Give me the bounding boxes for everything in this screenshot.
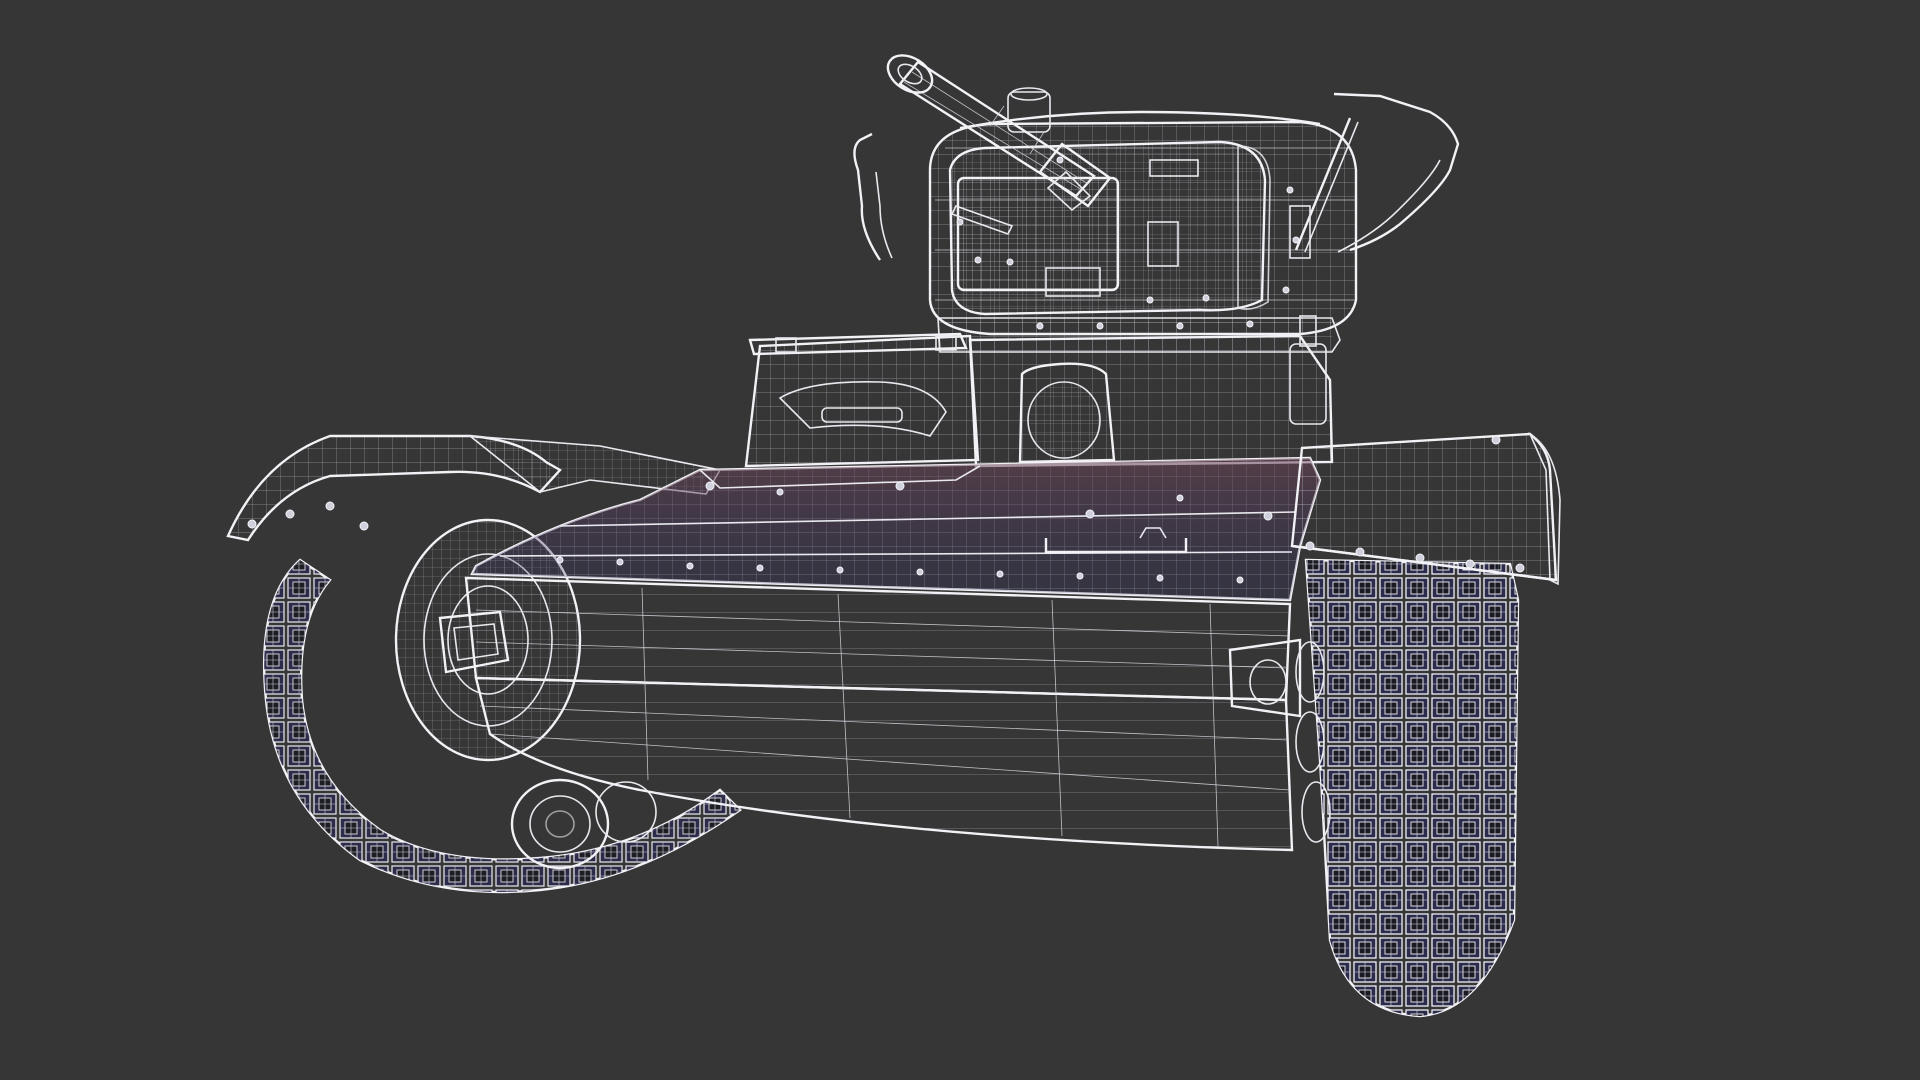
right-track xyxy=(1295,558,1520,1018)
render-viewport xyxy=(0,0,1920,1080)
hull-front xyxy=(438,576,1302,852)
tank-wireframe-icon xyxy=(226,54,1561,1018)
